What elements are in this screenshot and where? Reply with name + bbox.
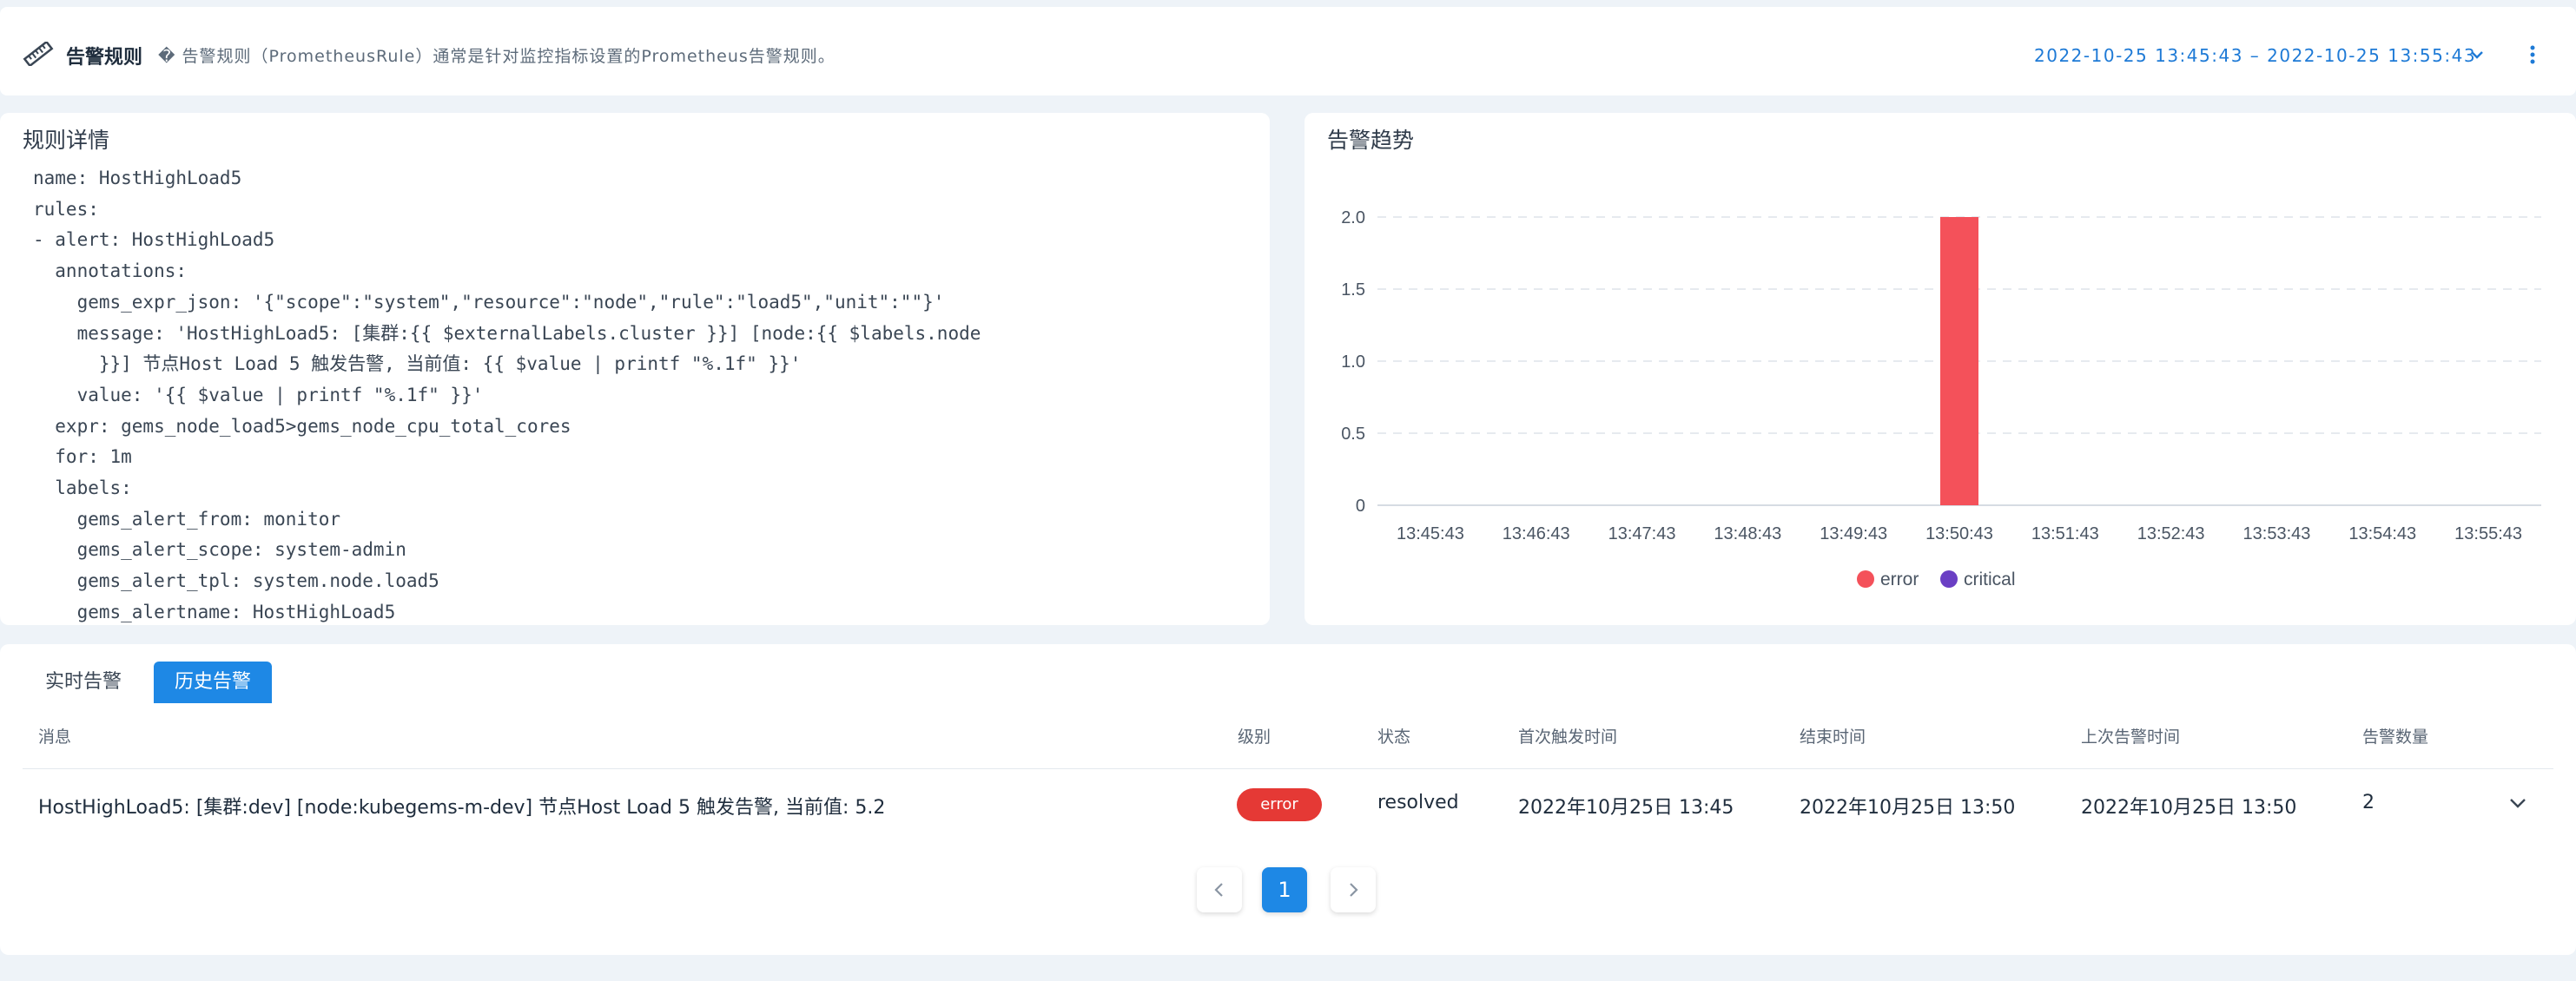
x-tick-label: 13:52:43 — [2137, 524, 2205, 543]
legend-marker-critical — [1940, 570, 1958, 588]
x-tick-label: 13:45:43 — [1397, 524, 1464, 543]
rule-yaml: name: HostHighLoad5 rules: - alert: Host… — [33, 168, 981, 622]
column-header-ended: 结束时间 — [1800, 728, 1866, 747]
page-description: � 告警规则（PrometheusRule）通常是针对监控指标设置的Promet… — [158, 47, 836, 66]
column-header-count: 告警数量 — [2362, 728, 2429, 747]
rule-detail-title: 规则详情 — [23, 128, 110, 153]
alert-trend-card: 告警趋势 0 0.5 1.0 1.5 2.0 13:45:43 13:46:43 13:47:… — [1305, 113, 2576, 625]
alerts-table-card: 实时告警 历史告警 消息 级别 状态 首次触发时间 结束时间 上次告警时间 告警… — [0, 644, 2576, 955]
x-tick-label: 13:54:43 — [2348, 524, 2416, 543]
x-tick-label: 13:53:43 — [2243, 524, 2311, 543]
cell-first-triggered: 2022年10月25日 13:45 — [1518, 797, 1734, 819]
bar-error — [1940, 217, 1978, 505]
x-tick-label: 13:47:43 — [1608, 524, 1676, 543]
chevron-left-icon — [1214, 883, 1223, 897]
page-header: 告警规则 � 告警规则（PrometheusRule）通常是针对监控指标设置的P… — [0, 7, 2576, 95]
page-title: 告警规则 — [66, 47, 143, 69]
more-vertical-icon[interactable] — [2529, 45, 2536, 68]
expand-chevron-icon[interactable] — [2508, 796, 2527, 813]
x-tick-label: 13:50:43 — [1925, 524, 1993, 543]
rule-detail-card: 规则详情 name: HostHighLoad5 rules: - alert:… — [0, 113, 1270, 625]
column-header-first-triggered: 首次触发时间 — [1518, 728, 1618, 747]
legend-label-critical: critical — [1964, 570, 2016, 589]
level-badge: error — [1237, 788, 1322, 821]
cell-ended: 2022年10月25日 13:50 — [1800, 797, 2016, 819]
cell-status: resolved — [1377, 792, 1459, 813]
time-range-picker[interactable]: 2022-10-25 13:45:43 – 2022-10-25 13:55:4… — [2034, 45, 2476, 66]
chevron-right-icon — [1350, 883, 1358, 897]
alert-trend-chart: 0 0.5 1.0 1.5 2.0 13:45:43 13:46:43 13:47:43 13:… — [1341, 208, 2541, 589]
cell-last-alert: 2022年10月25日 13:50 — [2081, 797, 2297, 819]
y-tick-label: 0.5 — [1341, 425, 1365, 444]
column-header-last-alert: 上次告警时间 — [2081, 728, 2181, 747]
y-tick-label: 1.5 — [1341, 280, 1365, 300]
legend-marker-error — [1857, 570, 1874, 588]
cell-count: 2 — [2362, 792, 2375, 813]
y-tick-label: 1.0 — [1341, 352, 1365, 372]
legend-label-error: error — [1880, 570, 1919, 589]
pagination-next-button[interactable] — [1331, 867, 1376, 912]
x-tick-label: 13:48:43 — [1714, 524, 1781, 543]
column-header-status: 状态 — [1377, 728, 1411, 747]
column-header-message: 消息 — [38, 728, 72, 747]
chevron-down-icon[interactable] — [2470, 47, 2484, 63]
ruler-icon — [23, 40, 54, 69]
x-tick-label: 13:46:43 — [1503, 524, 1570, 543]
x-tick-label: 13:51:43 — [2031, 524, 2099, 543]
cell-message: HostHighLoad5: [集群:dev] [node:kubegems-m… — [38, 797, 886, 819]
y-tick-label: 0 — [1356, 497, 1365, 516]
column-header-level: 级别 — [1238, 728, 1271, 747]
y-tick-label: 2.0 — [1341, 208, 1365, 227]
x-tick-label: 13:55:43 — [2454, 524, 2522, 543]
pagination-page-button[interactable]: 1 — [1262, 867, 1307, 912]
table-header-divider — [23, 768, 2553, 769]
tab-realtime-alerts[interactable]: 实时告警 — [24, 662, 142, 703]
tab-history-alerts[interactable]: 历史告警 — [154, 662, 273, 703]
pagination-prev-button[interactable] — [1197, 867, 1242, 912]
x-tick-label: 13:49:43 — [1820, 524, 1887, 543]
